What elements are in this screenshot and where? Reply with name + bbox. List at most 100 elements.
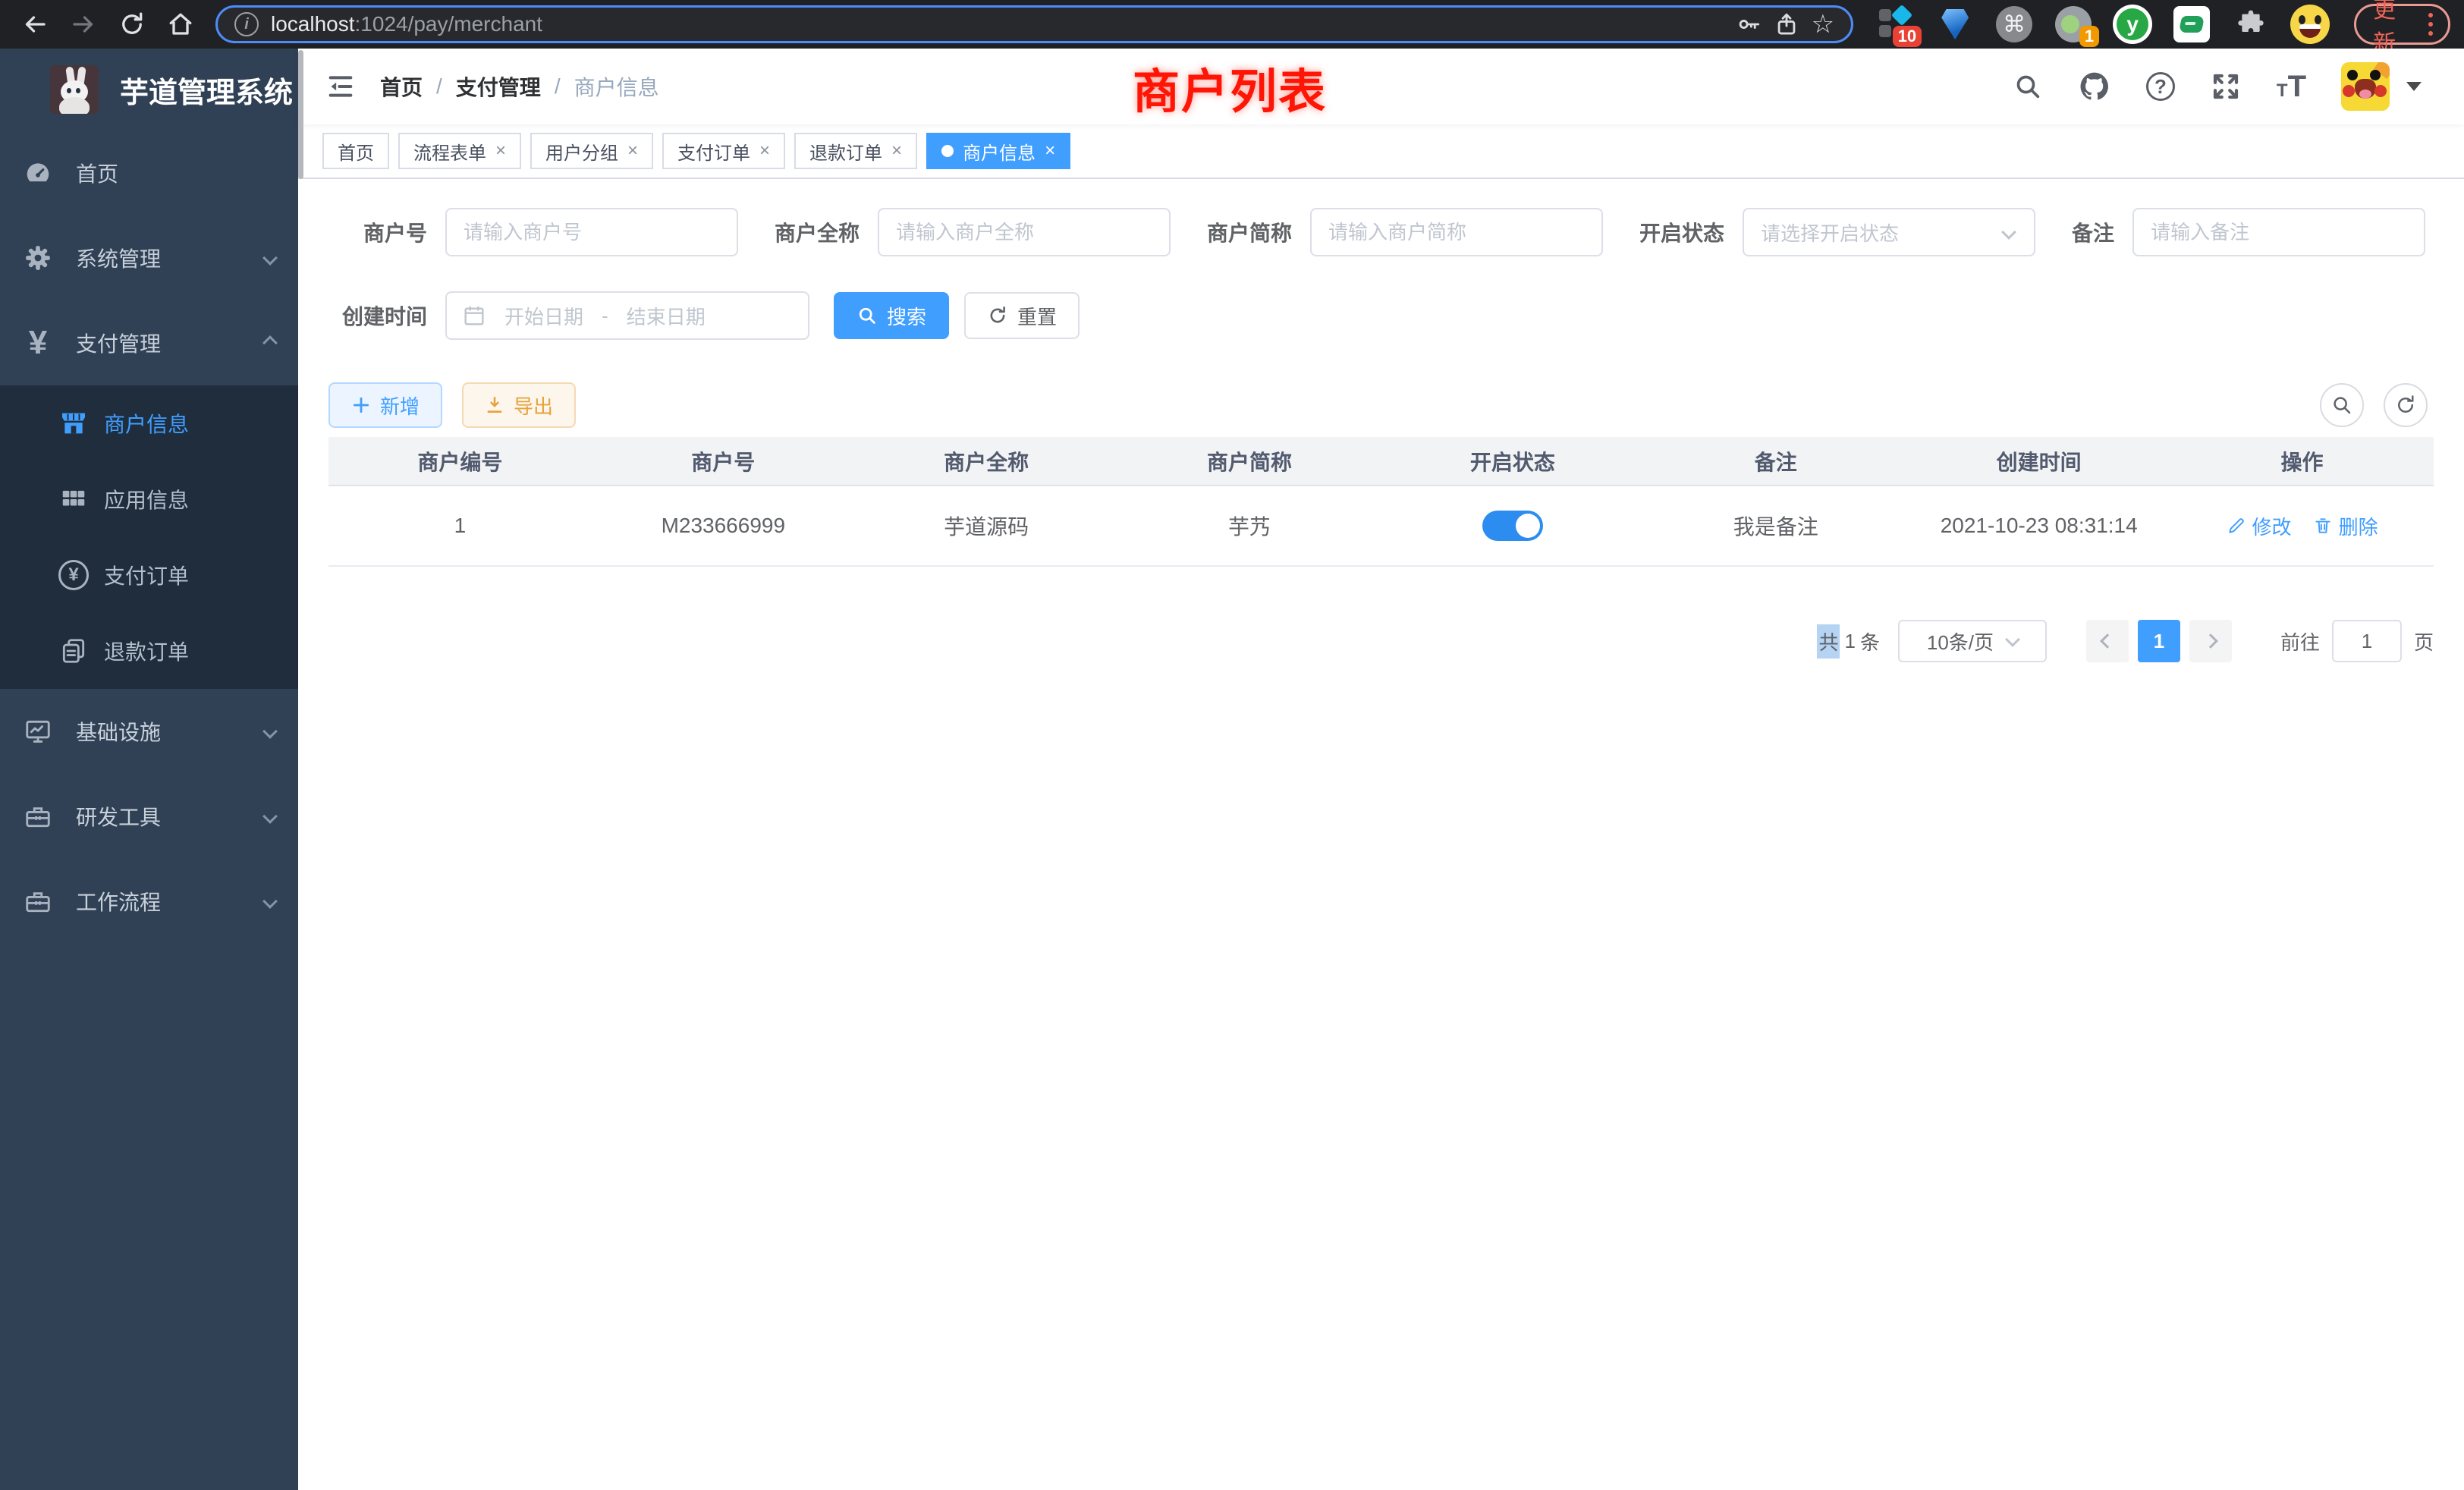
browser-reload-button[interactable] (111, 3, 153, 46)
sidebar-item-label: 研发工具 (76, 801, 161, 831)
export-button[interactable]: 导出 (462, 382, 576, 428)
reload-icon (118, 11, 146, 38)
navbar-right-menu: ? TT (2013, 62, 2422, 111)
help-icon[interactable]: ? (2146, 72, 2175, 101)
extension-notes-icon[interactable] (2172, 5, 2211, 44)
tab-process-form[interactable]: 流程表单× (398, 133, 521, 169)
sidebar: 芋道管理系统 首页 系统管理 ¥ 支付管理 商户信息 (0, 49, 298, 1490)
browser-back-button[interactable] (14, 3, 56, 46)
extension-sidebar-icon[interactable]: 10 (1876, 5, 1916, 44)
address-bar[interactable]: i localhost:1024/pay/merchant ☆ (215, 5, 1853, 43)
app-root: 芋道管理系统 首页 系统管理 ¥ 支付管理 商户信息 (0, 49, 2464, 1490)
merchant-no-input[interactable] (445, 208, 738, 256)
remark-input[interactable] (2132, 208, 2425, 256)
user-avatar-menu[interactable] (2341, 62, 2422, 111)
breadcrumb-home[interactable]: 首页 (380, 71, 423, 102)
breadcrumb-separator: / (555, 74, 561, 99)
breadcrumb-payment[interactable]: 支付管理 (456, 71, 541, 102)
show-search-toggle-button[interactable] (2320, 383, 2364, 427)
top-navbar: 首页 / 支付管理 / 商户信息 商户列表 ? TT (298, 49, 2464, 124)
chevron-left-icon (2100, 633, 2115, 649)
bookmark-star-icon[interactable]: ☆ (1812, 11, 1834, 37)
github-icon[interactable] (2078, 70, 2111, 103)
sidebar-item-infrastructure[interactable]: 基础设施 (0, 689, 298, 774)
table-header: 商户编号 商户号 商户全称 商户简称 开启状态 备注 创建时间 操作 (328, 437, 2434, 486)
page-info-icon[interactable]: i (234, 12, 259, 36)
tab-merchant-info[interactable]: 商户信息× (926, 133, 1070, 169)
sidebar-item-payment[interactable]: ¥ 支付管理 (0, 300, 298, 385)
extension-gem-icon[interactable] (1935, 5, 1975, 44)
goto-page-input[interactable] (2332, 620, 2402, 662)
sidebar-item-workflow[interactable]: 工作流程 (0, 859, 298, 944)
edit-button[interactable]: 修改 (2227, 512, 2292, 540)
status-toggle[interactable] (1482, 511, 1543, 541)
browser-forward-button[interactable] (62, 3, 105, 46)
tags-view-bar: 首页 流程表单× 用户分组× 支付订单× 退款订单× 商户信息× (298, 124, 2464, 179)
remark-label: 备注 (2072, 217, 2114, 247)
sidebar-logo[interactable]: 芋道管理系统 (0, 49, 298, 130)
close-icon[interactable]: × (891, 142, 902, 160)
date-separator: - (602, 304, 608, 328)
col-merchant-id: 商户编号 (328, 437, 592, 486)
header-search-icon[interactable] (2013, 71, 2043, 102)
extension-recorder-icon[interactable]: 1 (2054, 5, 2093, 44)
sidebar-item-home[interactable]: 首页 (0, 130, 298, 215)
browser-menu-icon[interactable] (2428, 13, 2436, 36)
tab-home[interactable]: 首页 (322, 133, 389, 169)
font-size-icon[interactable]: TT (2277, 70, 2306, 104)
share-icon[interactable] (1774, 11, 1799, 37)
delete-button[interactable]: 删除 (2313, 512, 2378, 540)
tab-user-group[interactable]: 用户分组× (530, 133, 653, 169)
fullscreen-icon[interactable] (2210, 71, 2242, 102)
add-button[interactable]: 新增 (328, 382, 442, 428)
close-icon[interactable]: × (759, 142, 770, 160)
sidebar-item-system[interactable]: 系统管理 (0, 215, 298, 300)
close-icon[interactable]: × (627, 142, 638, 160)
extensions-puzzle-icon[interactable] (2231, 5, 2271, 44)
full-name-input[interactable] (878, 208, 1171, 256)
password-key-icon[interactable] (1736, 11, 1762, 37)
sidebar-scrollbar-thumb[interactable] (298, 50, 303, 179)
status-select[interactable]: 请选择开启状态 (1743, 208, 2035, 256)
url-text: localhost:1024/pay/merchant (271, 12, 542, 36)
create-time-range-picker[interactable]: 开始日期 - 结束日期 (445, 291, 809, 340)
sidebar-item-refund-order[interactable]: 退款订单 (0, 613, 298, 689)
sidebar-item-merchant-info[interactable]: 商户信息 (0, 385, 298, 461)
cell-actions: 修改 删除 (2170, 486, 2434, 566)
short-name-label: 商户简称 (1207, 217, 1292, 247)
close-icon[interactable]: × (495, 142, 506, 160)
filter-row-1: 商户号 商户全称 商户简称 开启状态 请选择开启状态 (328, 208, 2434, 256)
profile-avatar-icon[interactable] (2290, 5, 2330, 44)
sidebar-item-dev-tools[interactable]: 研发工具 (0, 774, 298, 859)
close-icon[interactable]: × (1045, 142, 1055, 160)
browser-home-button[interactable] (159, 3, 202, 46)
yen-circle-icon: ¥ (57, 560, 90, 590)
prev-page-button[interactable] (2086, 620, 2129, 662)
refresh-table-button[interactable] (2384, 383, 2428, 427)
hamburger-fold-icon (325, 71, 356, 102)
merchant-no-group (445, 208, 738, 256)
next-page-button[interactable] (2189, 620, 2232, 662)
sidebar-item-label: 支付管理 (76, 328, 161, 358)
search-button[interactable]: 搜索 (834, 292, 949, 339)
page-size-select[interactable]: 10条/页 (1898, 620, 2047, 662)
reset-button[interactable]: 重置 (964, 292, 1080, 339)
sidebar-fold-button[interactable] (325, 71, 356, 102)
selected-text: 共 (1817, 624, 1840, 659)
refresh-icon (987, 305, 1008, 326)
chevron-right-icon (2203, 633, 2218, 649)
full-name-label: 商户全称 (775, 217, 860, 247)
extension-y-icon[interactable]: y (2113, 5, 2152, 44)
gear-icon (21, 244, 55, 272)
store-icon (57, 408, 90, 439)
short-name-input[interactable] (1310, 208, 1603, 256)
extension-command-icon[interactable]: ⌘ (1994, 5, 2034, 44)
tab-refund-order[interactable]: 退款订单× (794, 133, 917, 169)
browser-toolbar: i localhost:1024/pay/merchant ☆ 10 ⌘ 1 y (0, 0, 2464, 49)
sidebar-item-pay-order[interactable]: ¥ 支付订单 (0, 537, 298, 613)
browser-update-button[interactable]: 更新 (2354, 4, 2450, 45)
tab-pay-order[interactable]: 支付订单× (662, 133, 785, 169)
sidebar-item-app-info[interactable]: 应用信息 (0, 461, 298, 537)
page-number-button[interactable]: 1 (2138, 620, 2180, 662)
date-end-placeholder: 结束日期 (627, 302, 706, 330)
